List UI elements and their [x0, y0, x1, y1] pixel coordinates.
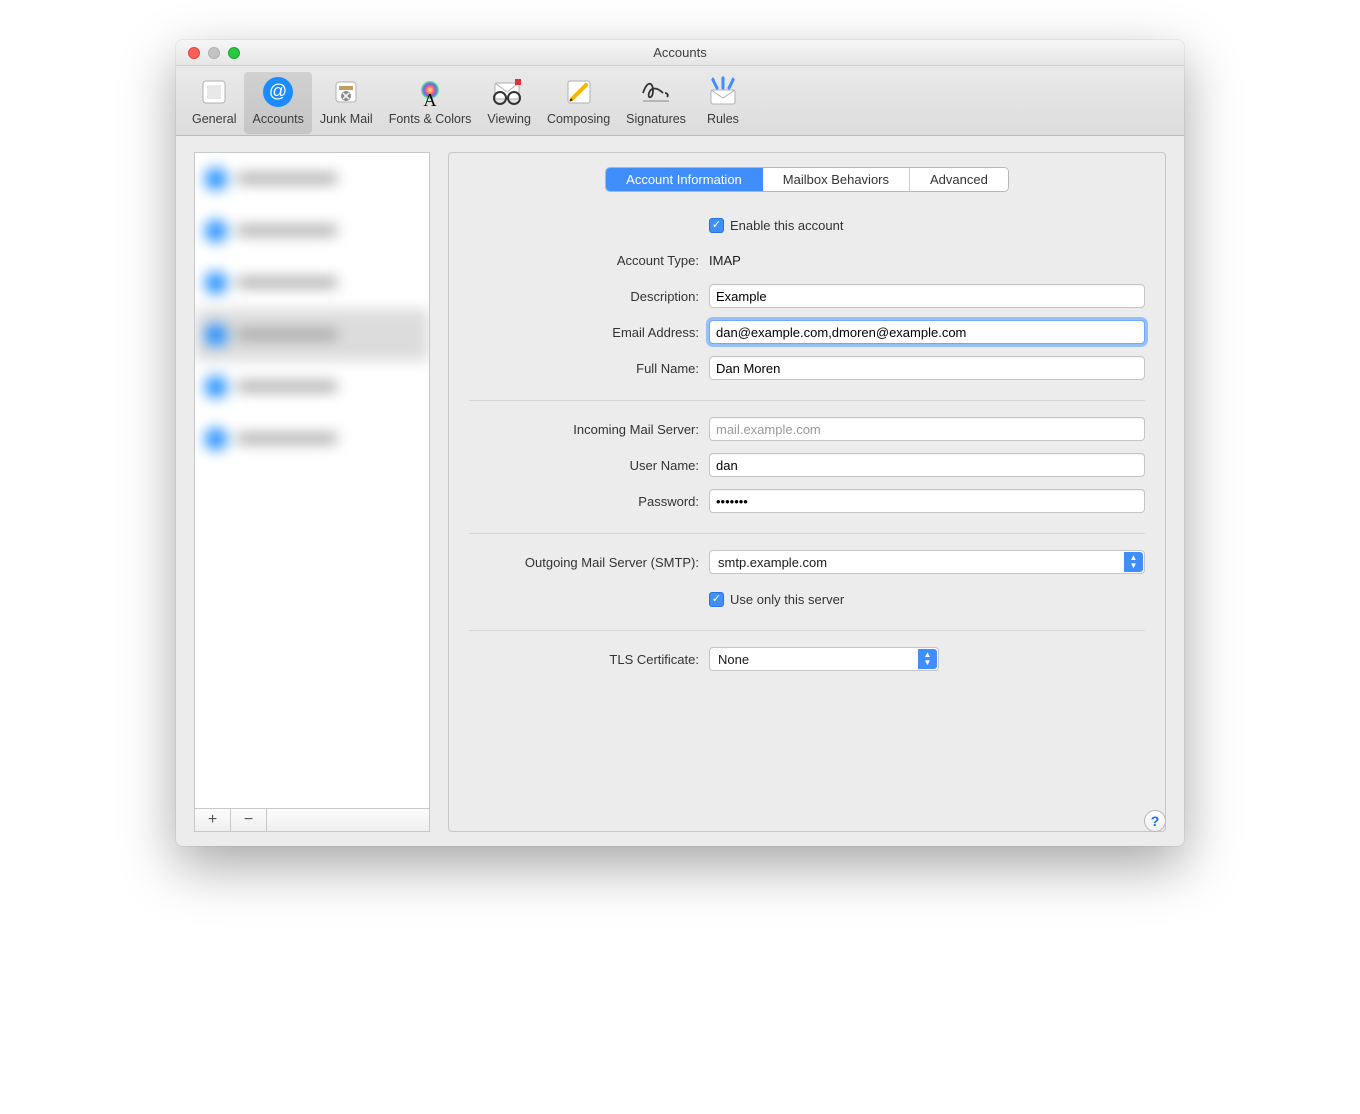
- tls-label: TLS Certificate:: [469, 652, 709, 667]
- tab-advanced[interactable]: Advanced: [910, 168, 1008, 191]
- smtp-value: smtp.example.com: [718, 555, 827, 570]
- tls-value: None: [718, 652, 749, 667]
- description-label: Description:: [469, 289, 709, 304]
- tab-mailbox-behaviors[interactable]: Mailbox Behaviors: [763, 168, 910, 191]
- account-row[interactable]: [195, 361, 429, 413]
- username-field[interactable]: [709, 453, 1145, 477]
- toolbar-general[interactable]: General: [184, 72, 244, 134]
- viewing-icon: [491, 74, 527, 110]
- account-form: ✓ Enable this account Account Type: IMAP…: [469, 206, 1145, 677]
- signatures-icon: [638, 74, 674, 110]
- preferences-toolbar: General @ Accounts Junk Mail A Fonts & C…: [176, 66, 1184, 136]
- account-row[interactable]: [195, 205, 429, 257]
- account-list-buttons: + −: [194, 808, 430, 832]
- tls-popup[interactable]: None ▲▼: [709, 647, 939, 671]
- junk-icon: [328, 74, 364, 110]
- toolbar-label: Composing: [547, 112, 610, 126]
- incoming-label: Incoming Mail Server:: [469, 422, 709, 437]
- account-row[interactable]: [195, 309, 429, 361]
- toolbar-label: Junk Mail: [320, 112, 373, 126]
- popup-arrows-icon: ▲▼: [1124, 552, 1143, 572]
- accounts-sidebar: + −: [194, 152, 430, 832]
- preferences-body: + − Account Information Mailbox Behavior…: [176, 136, 1184, 846]
- svg-text:@: @: [269, 81, 287, 101]
- help-button[interactable]: ?: [1144, 810, 1166, 832]
- titlebar: Accounts: [176, 40, 1184, 66]
- password-field[interactable]: [709, 489, 1145, 513]
- email-field[interactable]: [709, 320, 1145, 344]
- toolbar-rules[interactable]: Rules: [694, 72, 752, 134]
- enable-account-checkbox[interactable]: ✓ Enable this account: [709, 218, 843, 233]
- window-title: Accounts: [176, 45, 1184, 60]
- svg-text:A: A: [424, 90, 437, 108]
- account-detail-panel: Account Information Mailbox Behaviors Ad…: [448, 152, 1166, 832]
- description-field[interactable]: [709, 284, 1145, 308]
- incoming-server-field[interactable]: [709, 417, 1145, 441]
- account-list[interactable]: [194, 152, 430, 808]
- check-icon: ✓: [709, 592, 724, 607]
- toolbar-label: Signatures: [626, 112, 686, 126]
- smtp-label: Outgoing Mail Server (SMTP):: [469, 555, 709, 570]
- toolbar-label: Fonts & Colors: [389, 112, 472, 126]
- remove-account-button[interactable]: −: [231, 809, 267, 831]
- username-label: User Name:: [469, 458, 709, 473]
- list-spacer: [267, 809, 429, 831]
- account-row[interactable]: [195, 257, 429, 309]
- fonts-icon: A: [412, 74, 448, 110]
- use-only-server-checkbox[interactable]: ✓ Use only this server: [709, 592, 844, 607]
- fullname-label: Full Name:: [469, 361, 709, 376]
- toolbar-accounts[interactable]: @ Accounts: [244, 72, 311, 134]
- toolbar-signatures[interactable]: Signatures: [618, 72, 694, 134]
- add-account-button[interactable]: +: [195, 809, 231, 831]
- check-icon: ✓: [709, 218, 724, 233]
- fullname-field[interactable]: [709, 356, 1145, 380]
- separator: [469, 630, 1145, 631]
- rules-icon: [705, 74, 741, 110]
- toolbar-label: Viewing: [487, 112, 531, 126]
- toolbar-label: General: [192, 112, 236, 126]
- account-row[interactable]: [195, 153, 429, 205]
- separator: [469, 533, 1145, 534]
- smtp-popup[interactable]: smtp.example.com ▲▼: [709, 550, 1145, 574]
- preferences-window: Accounts General @ Accounts Junk Mail A …: [176, 40, 1184, 846]
- composing-icon: [561, 74, 597, 110]
- enable-account-label: Enable this account: [730, 218, 843, 233]
- use-only-server-label: Use only this server: [730, 592, 844, 607]
- account-row[interactable]: [195, 413, 429, 465]
- toolbar-composing[interactable]: Composing: [539, 72, 618, 134]
- separator: [469, 400, 1145, 401]
- general-icon: [196, 74, 232, 110]
- email-label: Email Address:: [469, 325, 709, 340]
- toolbar-viewing[interactable]: Viewing: [479, 72, 539, 134]
- detail-tabs: Account Information Mailbox Behaviors Ad…: [605, 167, 1009, 192]
- toolbar-junk[interactable]: Junk Mail: [312, 72, 381, 134]
- password-label: Password:: [469, 494, 709, 509]
- popup-arrows-icon: ▲▼: [918, 649, 937, 669]
- account-type-value: IMAP: [709, 253, 1145, 268]
- accounts-icon: @: [260, 74, 296, 110]
- account-type-label: Account Type:: [469, 253, 709, 268]
- toolbar-fonts[interactable]: A Fonts & Colors: [381, 72, 480, 134]
- toolbar-label: Rules: [707, 112, 739, 126]
- tab-account-information[interactable]: Account Information: [606, 168, 763, 191]
- toolbar-label: Accounts: [252, 112, 303, 126]
